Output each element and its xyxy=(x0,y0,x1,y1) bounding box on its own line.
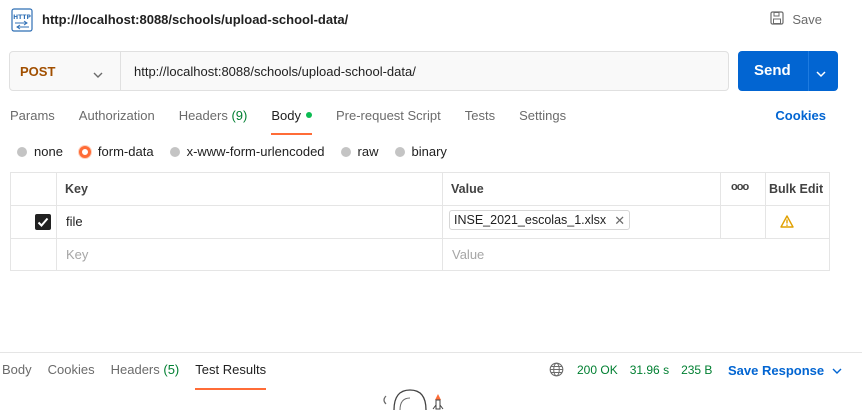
divider xyxy=(120,52,121,90)
radio-label: none xyxy=(34,144,63,159)
value-column-header: Value xyxy=(451,182,484,196)
radio-label: form-data xyxy=(97,144,154,159)
divider xyxy=(808,51,809,91)
warning-icon[interactable] xyxy=(780,215,794,231)
response-headers-label: Headers xyxy=(110,362,160,377)
cookies-link[interactable]: Cookies xyxy=(775,108,826,123)
tab-settings[interactable]: Settings xyxy=(519,108,566,135)
tab-headers[interactable]: Headers (9) xyxy=(179,108,248,135)
radio-label: binary xyxy=(411,144,447,159)
bulk-edit-button[interactable]: Bulk Edit xyxy=(769,182,823,196)
status-code[interactable]: 200 OK xyxy=(577,363,618,377)
form-data-table: Key Value ooo Bulk Edit file INSE_2021_e… xyxy=(10,172,830,271)
headers-count: (9) xyxy=(231,108,248,123)
divider xyxy=(11,238,829,239)
chevron-down-icon[interactable] xyxy=(816,66,826,81)
file-name: INSE_2021_escolas_1.xlsx xyxy=(454,213,607,227)
radio-button[interactable] xyxy=(17,146,27,157)
radio-button[interactable] xyxy=(340,146,351,157)
radio-binary[interactable]: binary xyxy=(394,144,447,159)
divider xyxy=(56,173,57,270)
body-type-options: none form-data x-www-form-urlencoded raw… xyxy=(17,144,463,159)
http-request-icon: HTTP xyxy=(10,8,34,32)
response-size[interactable]: 235 B xyxy=(681,363,712,377)
chevron-down-icon[interactable] xyxy=(93,67,103,82)
chevron-down-icon xyxy=(832,368,842,374)
method-select[interactable]: POST xyxy=(20,64,55,79)
radio-raw[interactable]: raw xyxy=(340,144,379,159)
tab-body[interactable]: Body xyxy=(271,108,312,135)
response-tab-body[interactable]: Body xyxy=(2,362,32,390)
save-response-label: Save Response xyxy=(728,363,825,378)
radio-x-www-form-urlencoded[interactable]: x-www-form-urlencoded xyxy=(169,144,325,159)
save-icon xyxy=(770,11,784,28)
request-tabs: Params Authorization Headers (9) Body Pr… xyxy=(10,108,590,135)
file-chip[interactable]: INSE_2021_escolas_1.xlsx ✕ xyxy=(449,210,631,230)
value-input[interactable]: Value xyxy=(452,247,484,262)
divider xyxy=(442,173,443,270)
globe-icon[interactable] xyxy=(549,362,564,380)
radio-label: raw xyxy=(357,144,379,159)
radio-label: x-www-form-urlencoded xyxy=(186,144,325,159)
key-input[interactable]: Key xyxy=(66,247,88,262)
send-label: Send xyxy=(754,62,791,79)
more-options-icon[interactable]: ooo xyxy=(731,181,749,193)
key-column-header: Key xyxy=(65,182,88,196)
response-status: 200 OK 31.96 s 235 B xyxy=(577,363,712,377)
check-icon xyxy=(37,217,49,227)
page-title: http://localhost:8088/schools/upload-sch… xyxy=(42,12,349,27)
radio-button[interactable] xyxy=(394,146,405,157)
save-response-button[interactable]: Save Response xyxy=(728,363,842,378)
tab-body-label: Body xyxy=(271,108,301,123)
radio-button-checked[interactable] xyxy=(78,145,91,158)
close-icon[interactable]: ✕ xyxy=(614,214,625,227)
radio-button[interactable] xyxy=(169,146,180,157)
tab-headers-label: Headers xyxy=(178,108,228,123)
divider xyxy=(720,173,721,238)
tab-tests[interactable]: Tests xyxy=(465,108,495,135)
response-tab-headers[interactable]: Headers (5) xyxy=(111,362,180,390)
request-bar: POST http://localhost:8088/schools/uploa… xyxy=(9,51,729,91)
response-tab-cookies[interactable]: Cookies xyxy=(48,362,95,390)
tab-params[interactable]: Params xyxy=(10,108,55,135)
send-button[interactable]: Send xyxy=(738,51,838,91)
url-input[interactable]: http://localhost:8088/schools/upload-sch… xyxy=(134,64,416,79)
divider xyxy=(11,205,829,206)
tab-authorization[interactable]: Authorization xyxy=(79,108,155,135)
status-dot-icon xyxy=(305,112,312,118)
key-cell[interactable]: file xyxy=(66,214,83,229)
response-time[interactable]: 31.96 s xyxy=(630,363,669,377)
radio-form-data[interactable]: form-data xyxy=(78,144,154,159)
response-tab-test-results[interactable]: Test Results xyxy=(195,362,266,390)
svg-text:HTTP: HTTP xyxy=(13,14,31,21)
response-tabs: Body Cookies Headers (5) Test Results xyxy=(2,362,282,390)
tab-pre-request-script[interactable]: Pre-request Script xyxy=(336,108,441,135)
row-checkbox[interactable] xyxy=(35,214,51,230)
radio-none[interactable]: none xyxy=(17,144,63,159)
save-label: Save xyxy=(792,12,822,27)
response-headers-count: (5) xyxy=(163,362,180,377)
divider xyxy=(0,352,862,353)
divider xyxy=(765,173,766,238)
save-button[interactable]: Save xyxy=(770,11,822,28)
